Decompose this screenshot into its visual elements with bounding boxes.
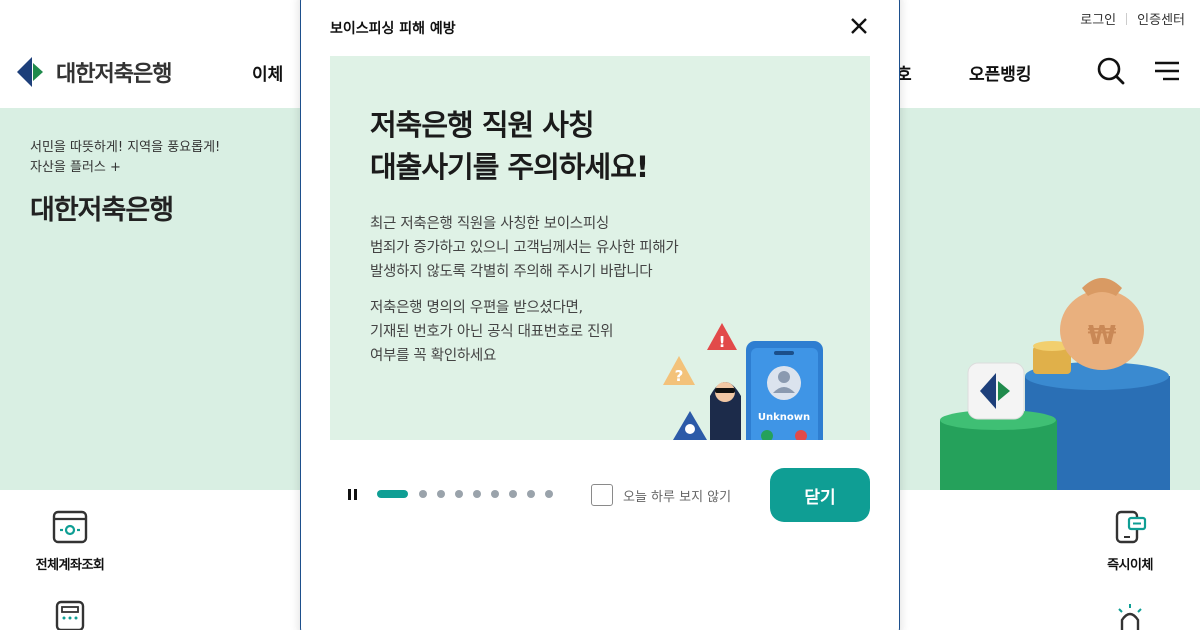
pagination-dot-active[interactable] [377, 490, 408, 498]
slider-controls: 오늘 하루 보지 않기 닫기 [330, 468, 870, 522]
pause-bar [354, 489, 357, 500]
quick-all-account-label: 전체계좌조회 [35, 558, 105, 573]
checkbox-box[interactable] [591, 484, 613, 506]
hero-subtitle-line: 자산을 플러스 + [30, 160, 121, 175]
podium-moneybag-illustration: ₩ [940, 278, 1170, 490]
slide-text-line: 저축은행 명의의 우편을 받으셨다면, [370, 300, 583, 316]
hero-subtitle-line: 서민을 따뜻하게! 지역을 풍요롭게! [30, 140, 221, 155]
dont-show-today-label: 오늘 하루 보지 않기 [623, 489, 732, 505]
slide-text-line: 범죄가 증가하고 있으니 고객님께서는 유사한 피해가 [370, 240, 679, 256]
alarm-siren-icon[interactable] [1114, 602, 1146, 630]
svg-text:!: ! [719, 333, 726, 351]
utility-bar: 로그인 인증센터 [1080, 9, 1185, 28]
slide-paragraph-2: 저축은행 명의의 우편을 받으셨다면, 기재된 번호가 아닌 공식 대표번호로 … [370, 296, 614, 368]
login-link[interactable]: 로그인 [1080, 9, 1116, 28]
menu-icon[interactable] [1153, 56, 1181, 86]
pause-button[interactable] [346, 488, 360, 502]
pause-bar [348, 489, 351, 500]
quick-instant-transfer-label: 즉시이체 [1107, 558, 1153, 573]
slide-text-line: 기재된 번호가 아닌 공식 대표번호로 진위 [370, 324, 614, 340]
nav-transfer[interactable]: 이체 [252, 60, 283, 85]
slide-text-line: 최근 저축은행 직원을 사칭한 보이스피싱 [370, 216, 609, 232]
svg-text:₩: ₩ [1088, 321, 1117, 351]
pagination-dot[interactable] [509, 490, 517, 498]
utility-divider [1126, 12, 1128, 25]
account-list-icon [52, 510, 88, 544]
svg-text:?: ? [675, 367, 684, 385]
slide-paragraph-1: 최근 저축은행 직원을 사칭한 보이스피싱 범죄가 증가하고 있으니 고객님께서… [370, 212, 679, 284]
bank-logo[interactable]: 대한저축은행 [16, 56, 172, 88]
voice-phishing-modal: 보이스피싱 피해 예방 저축은행 직원 사칭 대출사기를 주의하세요! 최근 저… [300, 0, 900, 630]
search-icon[interactable] [1096, 56, 1126, 86]
phishing-phone-illustration: ! ? Unknown [663, 323, 823, 440]
modal-title: 보이스피싱 피해 예방 [330, 21, 456, 37]
pagination-dot[interactable] [545, 490, 553, 498]
logo-text: 대한저축은행 [56, 62, 172, 87]
dont-show-today-checkbox[interactable]: 오늘 하루 보지 않기 [591, 484, 731, 506]
calculator-icon[interactable] [55, 600, 85, 630]
slide-text-line: 발생하지 않도록 각별히 주의해 주시기 바랍니다 [370, 264, 653, 280]
quick-all-account[interactable]: 전체계좌조회 [15, 510, 125, 573]
quick-instant-transfer[interactable]: 즉시이체 [1075, 510, 1185, 573]
slide-text-line: 여부를 꼭 확인하세요 [370, 348, 496, 364]
nav-open-banking[interactable]: 오픈뱅킹 [969, 60, 1032, 85]
pagination-dot[interactable] [419, 490, 427, 498]
pagination-dot[interactable] [473, 490, 481, 498]
pagination-dot[interactable] [455, 490, 463, 498]
pagination-dot[interactable] [437, 490, 445, 498]
mobile-transfer-icon [1115, 510, 1147, 544]
slide-headline-line: 저축은행 직원 사칭 [370, 108, 595, 142]
logo-mark-icon [17, 57, 43, 87]
hero-title: 대한저축은행 [30, 195, 174, 226]
hero-subtitle: 서민을 따뜻하게! 지역을 풍요롭게! 자산을 플러스 + [30, 138, 250, 178]
phone-caller-text: Unknown [758, 412, 810, 423]
slide-pagination [377, 490, 563, 498]
slide-headline: 저축은행 직원 사칭 대출사기를 주의하세요! [370, 104, 649, 188]
pagination-dot[interactable] [491, 490, 499, 498]
slide-headline-line: 대출사기를 주의하세요! [370, 150, 649, 184]
cert-center-link[interactable]: 인증센터 [1137, 9, 1185, 28]
close-button[interactable]: 닫기 [770, 468, 870, 522]
notice-slide: 저축은행 직원 사칭 대출사기를 주의하세요! 최근 저축은행 직원을 사칭한 … [330, 56, 870, 440]
close-icon[interactable] [849, 16, 869, 36]
pagination-dot[interactable] [527, 490, 535, 498]
